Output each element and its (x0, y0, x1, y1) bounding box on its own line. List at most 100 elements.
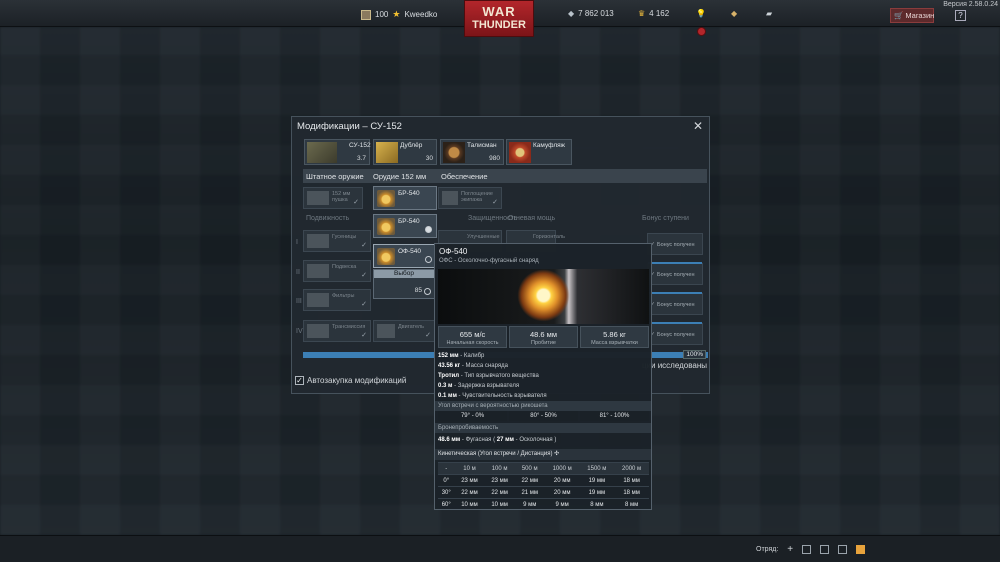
stat-penetration: 48.6 мм Пробитие (509, 326, 578, 348)
shell-of540[interactable]: ОФ-540 (373, 244, 437, 268)
table-cell: 10 мм (484, 498, 515, 511)
bonus-tier-2: ✓ Бонус получен (647, 262, 703, 285)
filters-icon (307, 293, 329, 307)
mod-engine-label: Двигатель (398, 324, 424, 330)
explosion-image (438, 269, 649, 324)
shell-select-radio[interactable] (424, 288, 431, 295)
stat-label: Масса взрывчатки (591, 340, 638, 346)
vehicle-slot[interactable]: СУ-152 3.7 (304, 139, 371, 165)
cannon-icon (307, 191, 329, 205)
shell-br540[interactable]: БР-540 (373, 214, 437, 238)
auto-buy-checkbox[interactable]: ✓ (295, 376, 304, 385)
mail-icon[interactable] (856, 545, 866, 554)
table-header-cell: 1000 м (544, 462, 580, 475)
table-cell: 18 мм (614, 474, 649, 487)
penetration-frag-label: - Осколочная ) (513, 437, 557, 443)
shell-br540-standard[interactable]: БР-540 (373, 186, 437, 210)
ammo-choose-cell[interactable]: Выбор 85 (373, 269, 435, 299)
talisman-slot[interactable]: Талисман 980 (440, 139, 504, 165)
gift-icon[interactable]: ◆ (731, 9, 737, 18)
talisman-icon (443, 142, 465, 163)
tooltip-title: ОФ-540 (439, 247, 468, 256)
spec-fuse-sensitivity: 0.1 мм - Чувствительность взрывателя (438, 393, 547, 399)
spec-label: - Тип взрывчатого вещества (459, 373, 539, 379)
shell-select-radio[interactable] (425, 256, 432, 263)
contacts-icon[interactable] (802, 545, 812, 554)
chat-icon[interactable] (838, 545, 848, 554)
stat-value: 48.6 мм (530, 330, 557, 339)
standard-weapon-cell[interactable]: 152 мм пушка ✓ (303, 187, 363, 209)
player-info[interactable]: 100 ★ Kweedko (361, 9, 437, 20)
crew-icon (442, 191, 458, 205)
support-cell[interactable]: Поглощение экипажа ✓ (438, 187, 502, 209)
help-button[interactable]: ? (955, 10, 966, 21)
bonus-tier-1: ✓ Бонус получен (647, 233, 703, 255)
row-label-4: IV (296, 328, 303, 335)
spec-shell-mass: 43.56 кг - Масса снаряда (438, 363, 508, 369)
penetration-table: - 10 м 100 м 500 м 1000 м 1500 м 2000 м … (438, 462, 649, 511)
table-cell: 20 мм (544, 486, 580, 499)
lightbulb-icon[interactable]: 💡 (696, 9, 706, 18)
silver-lions-balance[interactable]: ◆ 7 862 013 (568, 9, 614, 18)
shell-tooltip: ОФ-540 ОФС - Осколочно-фугасный снаряд 6… (434, 243, 652, 511)
tab-standard-weapon[interactable]: Штатное оружие (306, 172, 364, 181)
ricochet-value: 81° - 100% (580, 411, 649, 421)
add-icon[interactable]: + (787, 544, 793, 555)
mod-suspension[interactable]: Подвеска ✓ (303, 260, 371, 282)
row-label-1: I (296, 239, 298, 246)
backup-slot[interactable]: Дублёр 30 (373, 139, 437, 165)
stat-label: Начальная скорость (446, 340, 499, 346)
table-header-cell: 100 м (484, 462, 515, 475)
shell-label: БР-540 (398, 190, 420, 197)
squad-label: Отряд: (756, 546, 779, 553)
avatar (361, 9, 371, 20)
rank-level: 100 (375, 10, 389, 19)
mod-filters-label: Фильтры (332, 293, 355, 299)
kinetic-header-label: Кинетическая (Угол встречи / Дистанция) (438, 451, 553, 457)
spec-label: - Калибр (458, 353, 485, 359)
notification-badge[interactable] (697, 27, 706, 36)
shop-button[interactable]: 🛒 Магазин (890, 8, 934, 23)
ricochet-value: 79° - 0% (438, 411, 507, 421)
check-icon: ✓ (361, 242, 367, 249)
suspension-icon (307, 264, 329, 278)
spec-value: 43.56 кг (438, 363, 461, 369)
mod-tracks[interactable]: Гусеницы ✓ (303, 230, 371, 252)
silver-lions-value: 7 862 013 (578, 9, 614, 18)
table-header-cell: 500 м (514, 462, 545, 475)
close-icon[interactable]: ✕ (693, 119, 703, 133)
mod-transmission[interactable]: Трансмиссия ✓ (303, 320, 371, 342)
penetration-header: Бронепробиваемость (435, 423, 651, 433)
tab-support[interactable]: Обеспечение (441, 172, 488, 181)
player-name: Kweedko (404, 10, 438, 19)
ricochet-header: Угол встречи с вероятностью рикошета (435, 401, 651, 411)
row-label-3: III (296, 298, 302, 305)
mod-engine[interactable]: Двигатель ✓ (373, 320, 435, 342)
mod-protection-label: Улучшенные (467, 234, 500, 240)
table-header-row: - 10 м 100 м 500 м 1000 м 1500 м 2000 м (438, 462, 649, 475)
table-cell: 18 мм (614, 486, 649, 499)
spec-label: - Масса снаряда (460, 363, 508, 369)
golden-eagles-balance[interactable]: ♛ 4 162 (638, 9, 669, 18)
vehicle-icon[interactable] (820, 545, 830, 554)
table-cell: 0° (438, 474, 455, 487)
category-tabs: Штатное оружие Орудие 152 мм Обеспечение (303, 169, 707, 183)
star-icon: ★ (392, 9, 401, 19)
table-cell: 19 мм (579, 474, 615, 487)
mod-filters[interactable]: Фильтры ✓ (303, 289, 371, 311)
shell-select-radio[interactable] (425, 226, 432, 233)
bonus-tier-4: ✓ Бонус получен (647, 322, 703, 345)
tab-gun-152[interactable]: Орудие 152 мм (373, 172, 426, 181)
spec-value: 152 мм (438, 353, 459, 359)
logo-line-2: THUNDER (472, 19, 526, 31)
stat-velocity: 655 м/с Начальная скорость (438, 326, 507, 348)
stat-explosive-mass: 5.86 кг Масса взрывчатки (580, 326, 649, 348)
coupon-icon[interactable]: ▰ (766, 9, 772, 18)
war-thunder-logo[interactable]: WAR THUNDER (464, 0, 534, 37)
shop-label: Магазин (905, 11, 935, 20)
auto-buy-toggle[interactable]: ✓ Автозакупка модификаций (295, 376, 406, 385)
table-cell: 30° (438, 486, 455, 499)
bonus-label: Бонус получен (657, 272, 695, 278)
mod-transmission-label: Трансмиссия (332, 324, 366, 330)
camouflage-slot[interactable]: Камуфляж (506, 139, 572, 165)
